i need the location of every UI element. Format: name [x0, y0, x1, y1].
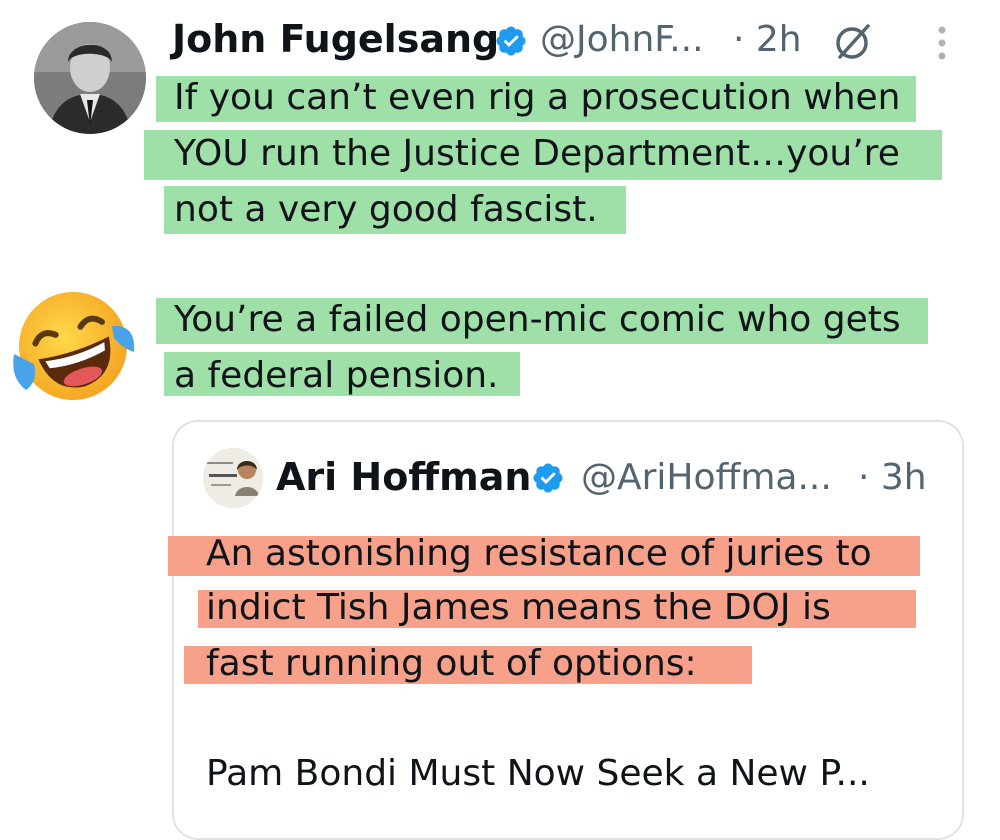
tweet-timestamp[interactable]: · 2h	[733, 14, 802, 66]
author-avatar[interactable]	[34, 22, 146, 134]
laughing-crying-emoji	[13, 292, 135, 400]
tweet-text-line: a federal pension.	[174, 355, 499, 396]
tweet-text-line: If you can’t even rig a prosecution when	[174, 77, 901, 118]
quoted-author-avatar[interactable]	[203, 448, 263, 508]
tweet-text-line: You’re a failed open-mic comic who gets	[174, 299, 901, 340]
author-name[interactable]: John Fugelsang	[172, 12, 499, 66]
more-vertical-icon[interactable]	[932, 24, 952, 64]
quoted-text-line: An astonishing resistance of juries to	[206, 533, 872, 574]
quoted-link-title[interactable]: Pam Bondi Must Now Seek a New P...	[206, 748, 870, 800]
quoted-text-line: fast running out of options:	[206, 643, 697, 684]
author-name-text[interactable]: John Fugelsang	[172, 17, 499, 61]
tweet-text-line: YOU run the Justice Department…you’re	[174, 133, 900, 174]
quoted-author-name[interactable]: Ari Hoffman	[276, 450, 531, 504]
verified-badge-icon	[533, 463, 563, 493]
quoted-tweet-timestamp[interactable]: · 3h	[858, 452, 927, 504]
quoted-author-handle[interactable]: @AriHoffma...	[581, 452, 832, 504]
grok-icon[interactable]	[830, 20, 874, 64]
author-handle[interactable]: @JohnF...	[540, 14, 704, 66]
verified-badge-icon	[496, 26, 526, 56]
quoted-text-line: indict Tish James means the DOJ is	[206, 587, 831, 628]
tweet-text-line: not a very good fascist.	[174, 189, 598, 230]
